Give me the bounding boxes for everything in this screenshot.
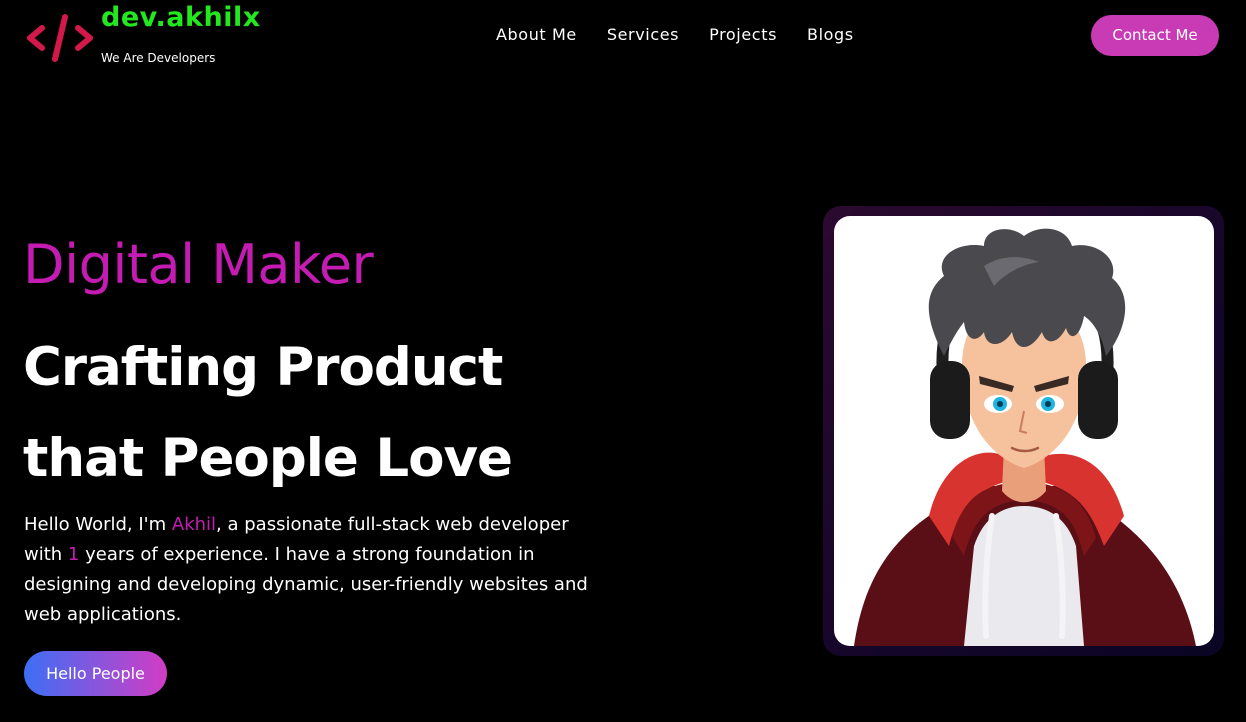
logo-slash <box>52 14 68 62</box>
nav-link-blogs[interactable]: Blogs <box>807 24 854 48</box>
hero-desc-intro: Hello World, I'm <box>24 514 172 535</box>
page: dev.akhilx We Are Developers About Me Se… <box>0 0 1246 722</box>
hero-title: Crafting Product that People Love <box>23 322 583 504</box>
brand-name[interactable]: dev.akhilx <box>101 2 261 33</box>
hero-desc-years: 1 <box>67 544 80 565</box>
code-brackets-icon[interactable] <box>26 12 94 64</box>
nav-link-services[interactable]: Services <box>607 24 679 48</box>
hero-title-line-1: Crafting Product <box>23 337 503 398</box>
eye-left-pupil <box>997 401 1003 407</box>
headphone-left <box>930 361 970 439</box>
avatar-frame <box>823 206 1224 656</box>
hero-eyebrow: Digital Maker <box>23 233 374 296</box>
nav-link-projects[interactable]: Projects <box>709 24 777 48</box>
brand-tagline: We Are Developers <box>101 51 216 65</box>
main-nav: About Me Services Projects Blogs <box>496 24 854 48</box>
nav-link-about-me[interactable]: About Me <box>496 24 577 48</box>
logo-left-chevron <box>27 25 45 51</box>
hero-desc-end: years of experience. I have a strong fou… <box>24 544 588 625</box>
hero-title-line-2: that People Love <box>23 428 513 489</box>
anime-developer-avatar <box>854 228 1196 646</box>
avatar-card <box>834 216 1214 646</box>
hero-description: Hello World, I'm Akhil, a passionate ful… <box>24 510 589 630</box>
hero-desc-name: Akhil <box>171 514 217 535</box>
contact-me-button[interactable]: Contact Me <box>1091 15 1219 56</box>
eye-right-pupil <box>1045 401 1051 407</box>
hello-people-button[interactable]: Hello People <box>24 651 167 696</box>
headphone-right <box>1078 361 1118 439</box>
logo-right-chevron <box>75 25 93 51</box>
hair <box>928 228 1126 356</box>
